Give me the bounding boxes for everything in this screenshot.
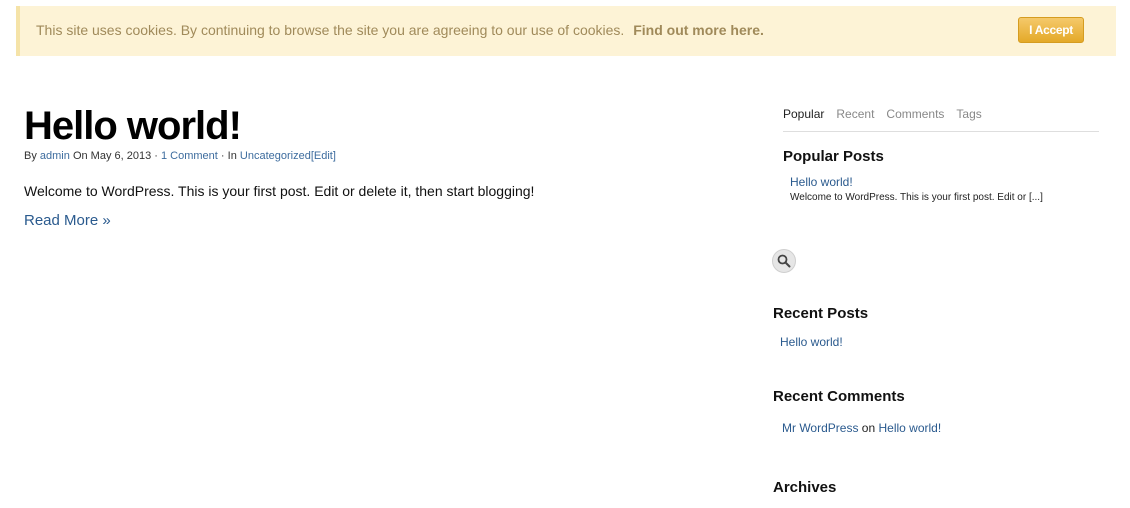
tab-comments[interactable]: Comments xyxy=(886,107,944,131)
recent-posts-title: Recent Posts xyxy=(773,305,869,322)
accept-cookies-button[interactable]: I Accept xyxy=(1018,17,1084,43)
popular-post-link[interactable]: Hello world! xyxy=(790,175,853,189)
tab-recent[interactable]: Recent xyxy=(836,107,874,131)
popular-posts-title: Popular Posts xyxy=(783,148,884,165)
cookie-notice-bar: This site uses cookies. By continuing to… xyxy=(16,6,1116,56)
edit-link[interactable]: [Edit] xyxy=(311,150,336,162)
cookie-more-link[interactable]: Find out more here. xyxy=(633,22,764,38)
search-button[interactable] xyxy=(772,249,796,273)
recent-post-link[interactable]: Hello world! xyxy=(780,335,843,349)
tab-tags[interactable]: Tags xyxy=(956,107,981,131)
cookie-message: This site uses cookies. By continuing to… xyxy=(36,22,764,38)
post-title[interactable]: Hello world! xyxy=(24,104,242,149)
recent-comment-item: Mr WordPress on Hello world! xyxy=(782,421,941,435)
meta-date: On May 6, 2013 · xyxy=(72,150,158,162)
comments-link[interactable]: 1 Comment xyxy=(161,150,218,162)
cookie-message-text: This site uses cookies. By continuing to… xyxy=(36,22,625,38)
popular-post-excerpt: Welcome to WordPress. This is your first… xyxy=(790,192,1043,203)
search-icon xyxy=(777,254,791,268)
tab-popular[interactable]: Popular xyxy=(783,107,824,131)
comment-on-text: on xyxy=(861,421,876,435)
author-link[interactable]: admin xyxy=(40,150,70,162)
post-content: Welcome to WordPress. This is your first… xyxy=(24,183,535,199)
recent-comments-title: Recent Comments xyxy=(773,388,905,405)
comment-author-link[interactable]: Mr WordPress xyxy=(782,421,858,435)
category-link[interactable]: Uncategorized xyxy=(240,150,311,162)
meta-in: · In xyxy=(220,150,237,162)
meta-by: By xyxy=(24,150,37,162)
comment-post-link[interactable]: Hello world! xyxy=(879,421,942,435)
read-more-link[interactable]: Read More » xyxy=(24,212,111,229)
sidebar-tabs: Popular Recent Comments Tags xyxy=(783,107,1099,132)
archives-title: Archives xyxy=(773,479,837,496)
post-meta: By admin On May 6, 2013 · 1 Comment · In… xyxy=(24,150,336,162)
